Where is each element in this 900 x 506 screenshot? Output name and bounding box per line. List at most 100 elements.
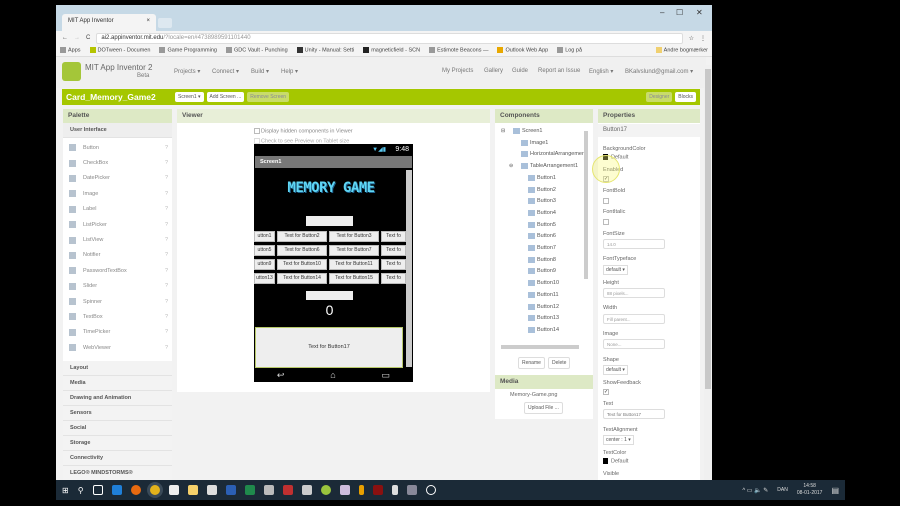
blocks-button[interactable]: Blocks: [675, 92, 696, 102]
palette-item-slider[interactable]: Slider?: [63, 279, 172, 294]
palette-item-webviewer[interactable]: WebViewer?: [63, 340, 172, 355]
close-tab-icon[interactable]: ×: [146, 18, 150, 24]
app-icon[interactable]: [358, 485, 364, 495]
menu-connect[interactable]: Connect ▾: [212, 68, 239, 75]
help-icon[interactable]: ?: [165, 206, 168, 212]
tree-item[interactable]: Button7: [528, 245, 556, 251]
bookmark[interactable]: Outlook Web App: [497, 47, 548, 54]
palette-category[interactable]: Drawing and Animation: [63, 391, 172, 407]
excel-icon[interactable]: [244, 485, 255, 495]
recents-nav-icon[interactable]: ▭: [382, 370, 391, 381]
grid-button[interactable]: Text fo: [381, 259, 406, 270]
help-icon[interactable]: ?: [165, 237, 168, 243]
media-file[interactable]: Memory-Game.png: [510, 392, 557, 398]
grid-button[interactable]: utton13: [254, 273, 275, 284]
edge-icon[interactable]: [111, 485, 122, 495]
help-icon[interactable]: ?: [165, 252, 168, 258]
rename-button[interactable]: Rename: [518, 357, 545, 369]
grid-button[interactable]: Text for Button3: [329, 231, 379, 242]
remove-screen-button[interactable]: Remove Screen: [247, 92, 290, 102]
file-explorer-icon[interactable]: [187, 485, 198, 495]
grid-button[interactable]: Text for Button15: [329, 273, 379, 284]
menu-build[interactable]: Build ▾: [251, 68, 269, 75]
close-window-icon[interactable]: ✕: [696, 8, 703, 17]
link-guide[interactable]: Guide: [512, 68, 528, 74]
obs-icon[interactable]: [425, 485, 436, 495]
firefox-icon[interactable]: [130, 485, 141, 495]
tree-item[interactable]: HorizontalArrangemer: [521, 151, 584, 158]
menu-help[interactable]: Help ▾: [281, 68, 298, 75]
palette-item-listpicker[interactable]: ListPicker?: [63, 217, 172, 232]
menu-projects[interactable]: Projects ▾: [174, 68, 200, 75]
url-input[interactable]: ai2.appinventor.mit.edu/?locale=en#47389…: [96, 32, 683, 44]
bookmark[interactable]: Log på: [557, 47, 582, 54]
forward-icon[interactable]: →: [74, 35, 80, 41]
palette-item-datepicker[interactable]: DatePicker?: [63, 171, 172, 186]
tree-item[interactable]: Button2: [528, 186, 556, 193]
screen-select[interactable]: Screen1 ▾: [175, 92, 204, 102]
back-icon[interactable]: ←: [62, 35, 68, 41]
tree-item[interactable]: Button4: [528, 209, 556, 216]
help-icon[interactable]: ?: [165, 283, 168, 289]
notifications-icon[interactable]: ▤: [831, 486, 839, 495]
showfeedback-checkbox[interactable]: ✓: [603, 389, 609, 395]
palette-category[interactable]: Media: [63, 376, 172, 392]
grid-button[interactable]: Text for Button11: [329, 259, 379, 270]
tree-h-scrollbar[interactable]: [501, 345, 579, 349]
reload-icon[interactable]: C: [86, 35, 90, 41]
horizontal-arrangement[interactable]: [306, 216, 353, 226]
tree-item[interactable]: Button11: [528, 291, 559, 298]
help-icon[interactable]: ?: [165, 175, 168, 181]
palette-item-listview[interactable]: ListView?: [63, 232, 172, 247]
text-color-picker[interactable]: Default: [603, 458, 628, 464]
tree-item[interactable]: Button12: [528, 303, 559, 310]
search-icon[interactable]: ⚲: [78, 486, 84, 495]
width-input[interactable]: Fill parent...: [603, 314, 665, 324]
tree-item[interactable]: Button14: [528, 326, 559, 333]
button17-preview[interactable]: Text for Button17: [255, 327, 403, 368]
phone-scrollbar[interactable]: [406, 170, 412, 367]
bookmark[interactable]: Estimote Beacons —: [429, 47, 488, 54]
height-input[interactable]: 88 pixels...: [603, 288, 665, 298]
designer-button[interactable]: Designer: [646, 92, 673, 102]
app-icon[interactable]: [406, 485, 417, 495]
help-icon[interactable]: ?: [165, 145, 168, 151]
palette-item-image[interactable]: Image?: [63, 186, 172, 201]
bookmark[interactable]: DOTween - Documen: [89, 47, 150, 54]
tree-item[interactable]: TableArrangement1: [521, 163, 578, 170]
hidden-components-checkbox[interactable]: Display hidden components in Viewer: [254, 128, 353, 134]
app-icon[interactable]: [391, 485, 398, 495]
upload-file-button[interactable]: Upload File ...: [524, 402, 563, 414]
grid-button[interactable]: Text fo: [381, 245, 406, 256]
tree-item[interactable]: Image1: [521, 139, 548, 146]
link-report-issue[interactable]: Report an Issue: [538, 68, 580, 74]
palette-item-button[interactable]: Button?: [63, 140, 172, 155]
language-select[interactable]: English ▾: [589, 68, 613, 75]
fontitalic-checkbox[interactable]: [603, 219, 609, 225]
grid-button[interactable]: Text for Button2: [277, 231, 327, 242]
store-icon[interactable]: [206, 485, 217, 495]
image-input[interactable]: None...: [603, 339, 665, 349]
minimize-icon[interactable]: –: [660, 8, 664, 17]
help-icon[interactable]: ?: [165, 345, 168, 351]
grid-button[interactable]: utton5: [254, 245, 275, 256]
bookmark[interactable]: magneticfield - SCN: [363, 47, 420, 54]
tree-item[interactable]: Button6: [528, 233, 556, 240]
tree-scrollbar[interactable]: [584, 131, 588, 279]
tree-item[interactable]: Button5: [528, 221, 556, 228]
palette-item-timepicker[interactable]: TimePicker?: [63, 325, 172, 340]
text-input[interactable]: Text for Button17: [603, 409, 665, 419]
other-bookmarks[interactable]: Andre bogmærker: [655, 47, 708, 54]
grid-button[interactable]: Text for Button7: [329, 245, 379, 256]
palette-item-notifier[interactable]: Notifier?: [63, 248, 172, 263]
palette-category[interactable]: Connectivity: [63, 451, 172, 467]
maximize-icon[interactable]: ☐: [676, 8, 683, 17]
help-icon[interactable]: ?: [165, 314, 168, 320]
bookmark[interactable]: Apps: [60, 47, 81, 54]
fontbold-checkbox[interactable]: [603, 198, 609, 204]
palette-item-textbox[interactable]: TextBox?: [63, 309, 172, 324]
palette-item-spinner[interactable]: Spinner?: [63, 294, 172, 309]
word-icon[interactable]: [225, 485, 236, 495]
palette-category[interactable]: Sensors: [63, 406, 172, 422]
grid-button[interactable]: Text for Button10: [277, 259, 327, 270]
